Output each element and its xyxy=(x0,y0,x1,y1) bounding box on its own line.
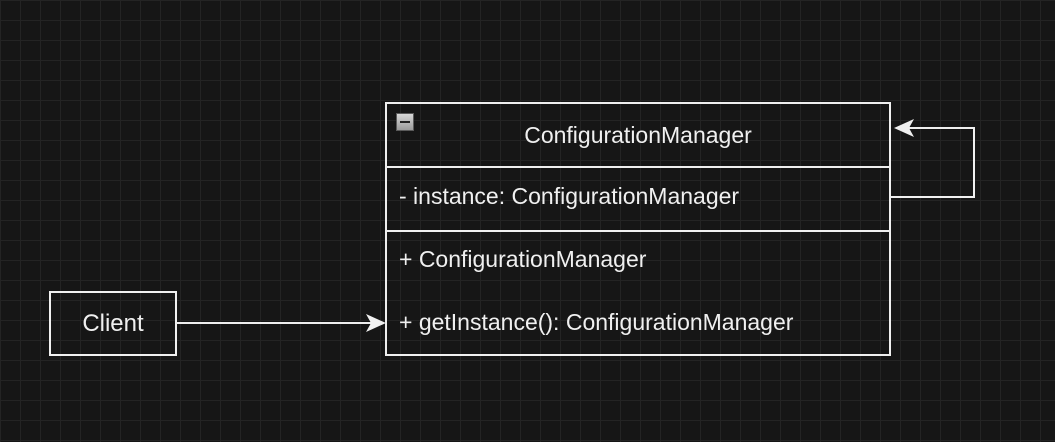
client-label: Client xyxy=(82,309,144,337)
class-name: ConfigurationManager xyxy=(524,121,752,148)
self-arrow-line xyxy=(891,127,975,198)
client-to-class-arrow[interactable] xyxy=(177,314,386,332)
method-constructor[interactable]: + ConfigurationManager xyxy=(399,245,646,273)
self-arrow-head xyxy=(894,119,914,137)
method-get-instance[interactable]: + getInstance(): ConfigurationManager xyxy=(399,308,793,336)
attributes-divider xyxy=(387,230,889,232)
diagram-canvas: Client ConfigurationManager - instance: … xyxy=(0,0,1055,442)
client-arrow-head xyxy=(366,314,386,332)
attribute-instance[interactable]: - instance: ConfigurationManager xyxy=(399,182,739,210)
configuration-manager-class[interactable]: ConfigurationManager - instance: Configu… xyxy=(385,102,891,356)
class-name-header: ConfigurationManager xyxy=(387,104,889,166)
self-reference-arrow[interactable] xyxy=(891,119,975,198)
client-box[interactable]: Client xyxy=(49,291,177,356)
header-divider xyxy=(387,166,889,168)
